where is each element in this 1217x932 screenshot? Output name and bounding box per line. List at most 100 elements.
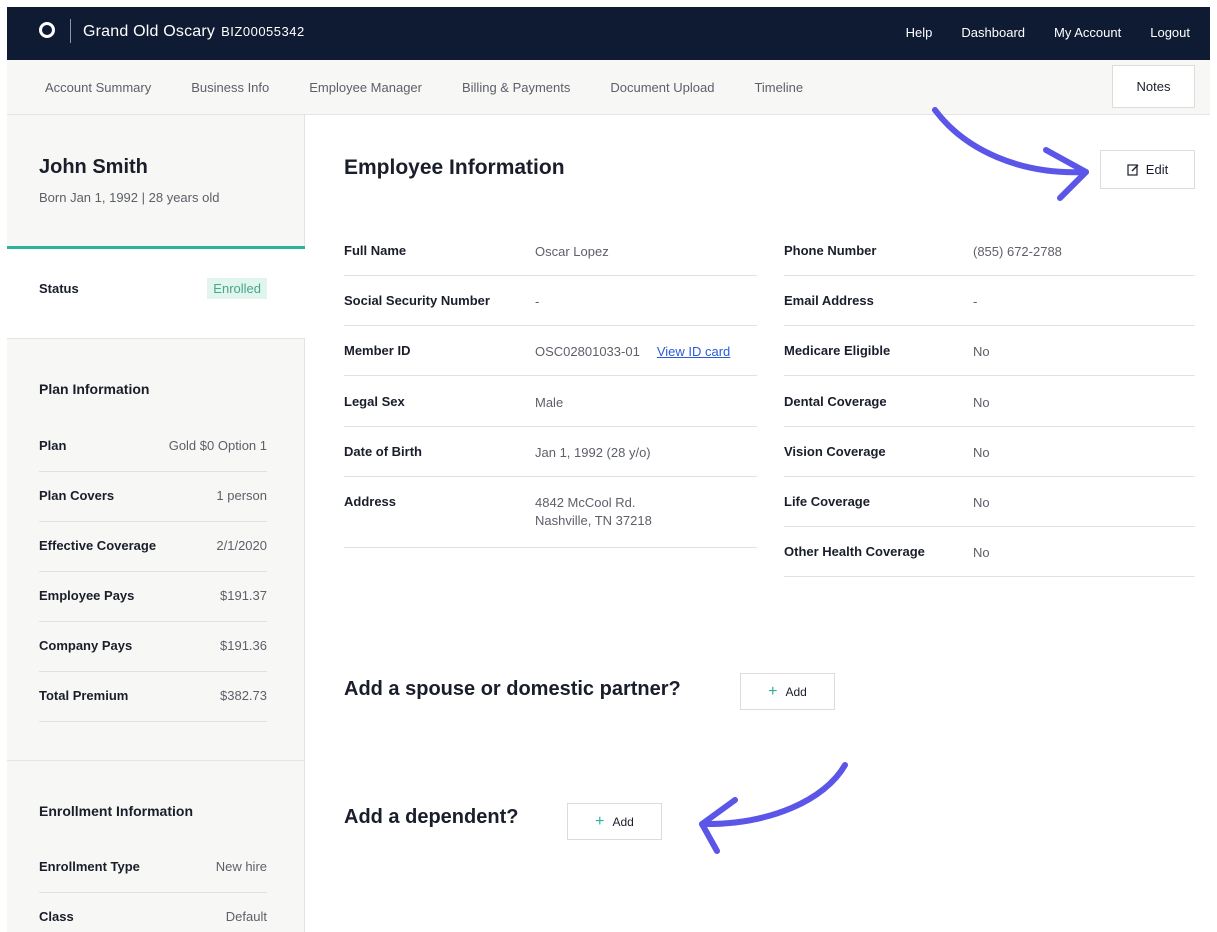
edit-icon xyxy=(1127,164,1139,176)
plan-row: Total Premium $382.73 xyxy=(39,671,267,722)
tab-billing-payments[interactable]: Billing & Payments xyxy=(462,80,570,95)
member-id: OSC02801033-01 xyxy=(535,344,640,359)
notes-button[interactable]: Notes xyxy=(1112,65,1195,108)
plan-row-value: 1 person xyxy=(216,488,267,503)
tab-document-upload[interactable]: Document Upload xyxy=(610,80,714,95)
arrow-to-edit-icon xyxy=(932,107,1089,201)
detail-value: 4842 McCool Rd. Nashville, TN 37218 xyxy=(535,494,652,530)
plan-information-heading: Plan Information xyxy=(39,381,150,397)
plan-row-label: Company Pays xyxy=(39,638,133,653)
detail-row: Medicare Eligible No xyxy=(784,325,1195,376)
detail-row: Phone Number (855) 672-2788 xyxy=(784,225,1195,276)
tab-timeline[interactable]: Timeline xyxy=(754,80,803,95)
edit-button[interactable]: Edit xyxy=(1100,150,1195,189)
plan-row-label: Employee Pays xyxy=(39,588,135,603)
plan-row: Effective Coverage 2/1/2020 xyxy=(39,521,267,572)
plan-row: Company Pays $191.36 xyxy=(39,621,267,672)
detail-value: OSC02801033-01 View ID card xyxy=(535,343,730,361)
enrollment-row: Class Default xyxy=(39,892,267,932)
detail-row: Vision Coverage No xyxy=(784,426,1195,477)
plan-row: Plan Covers 1 person xyxy=(39,471,267,522)
detail-row: Date of Birth Jan 1, 1992 (28 y/o) xyxy=(344,426,757,477)
add-button-label: Add xyxy=(785,684,807,699)
plan-row-label: Effective Coverage xyxy=(39,538,157,553)
plan-row-value: 2/1/2020 xyxy=(216,538,267,553)
plan-row-label: Plan xyxy=(39,438,67,453)
tab-account-summary[interactable]: Account Summary xyxy=(45,80,151,95)
add-spouse-question: Add a spouse or domestic partner? xyxy=(344,678,681,700)
detail-row: Address 4842 McCool Rd. Nashville, TN 37… xyxy=(344,476,757,548)
brand: Grand Old Oscary BIZ00055342 xyxy=(83,23,305,41)
company-name: Grand Old Oscary xyxy=(83,23,216,40)
detail-label: Email Address xyxy=(784,293,874,308)
section-tabs-bar: Account Summary Business Info Employee M… xyxy=(7,60,1210,115)
detail-row: Legal Sex Male xyxy=(344,376,757,427)
detail-row: Full Name Oscar Lopez xyxy=(344,225,757,276)
top-bar: Grand Old Oscary BIZ00055342 Help Dashboa… xyxy=(7,7,1210,60)
nav-my-account[interactable]: My Account xyxy=(1054,25,1121,40)
detail-label: Date of Birth xyxy=(344,444,422,459)
detail-row: Email Address - xyxy=(784,275,1195,326)
plan-row-value: Gold $0 Option 1 xyxy=(168,438,267,453)
enrollment-row: Enrollment Type New hire xyxy=(39,842,267,893)
detail-value: No xyxy=(973,495,990,510)
employee-birth-info: Born Jan 1, 1992 | 28 years old xyxy=(39,190,220,205)
add-spouse-button[interactable]: + Add xyxy=(740,673,835,710)
detail-label: Vision Coverage xyxy=(784,444,886,459)
detail-row: Member ID OSC02801033-01 View ID card xyxy=(344,325,757,376)
status-label: Status xyxy=(39,281,79,296)
detail-label: Social Security Number xyxy=(344,293,490,308)
plan-row-value: $191.37 xyxy=(220,588,267,603)
detail-label: Member ID xyxy=(344,343,411,358)
enrollment-row-value: Default xyxy=(225,909,267,924)
detail-value: - xyxy=(973,294,978,309)
address-line-2: Nashville, TN 37218 xyxy=(535,513,652,528)
detail-value: (855) 672-2788 xyxy=(973,244,1062,259)
detail-label: Full Name xyxy=(344,243,407,258)
status-section: Status Enrolled xyxy=(7,249,305,339)
plus-icon: + xyxy=(595,812,605,830)
enrollment-row-label: Enrollment Type xyxy=(39,859,140,874)
logo-divider xyxy=(70,19,71,43)
tab-employee-manager[interactable]: Employee Manager xyxy=(309,80,422,95)
detail-value: No xyxy=(973,445,990,460)
tab-business-info[interactable]: Business Info xyxy=(191,80,269,95)
plus-icon: + xyxy=(768,682,778,700)
detail-label: Legal Sex xyxy=(344,394,405,409)
enrollment-row-value: New hire xyxy=(215,859,267,874)
business-id: BIZ00055342 xyxy=(221,24,305,39)
employee-name: John Smith xyxy=(39,156,148,178)
detail-row: Dental Coverage No xyxy=(784,376,1195,427)
detail-value: Oscar Lopez xyxy=(535,244,609,259)
nav-dashboard[interactable]: Dashboard xyxy=(961,25,1025,40)
add-dependent-question: Add a dependent? xyxy=(344,806,519,828)
add-button-label: Add xyxy=(612,814,634,829)
arrow-to-add-dependent-icon xyxy=(699,762,848,854)
plan-row-label: Plan Covers xyxy=(39,488,115,503)
nav-logout[interactable]: Logout xyxy=(1150,25,1190,40)
enrollment-row-label: Class xyxy=(39,909,74,924)
detail-value: Male xyxy=(535,395,564,410)
detail-value: No xyxy=(973,545,990,560)
edit-button-label: Edit xyxy=(1145,162,1169,177)
plan-row: Plan Gold $0 Option 1 xyxy=(39,421,267,472)
page-title: Employee Information xyxy=(344,156,565,179)
nav-help[interactable]: Help xyxy=(906,25,933,40)
plan-row-value: $191.36 xyxy=(220,638,267,653)
detail-label: Life Coverage xyxy=(784,494,870,509)
plan-row: Employee Pays $191.37 xyxy=(39,571,267,622)
detail-label: Medicare Eligible xyxy=(784,343,891,358)
detail-label: Dental Coverage xyxy=(784,394,887,409)
detail-row: Social Security Number - xyxy=(344,275,757,326)
top-nav: Help Dashboard My Account Logout xyxy=(906,25,1190,40)
plan-row-value: $382.73 xyxy=(220,688,267,703)
detail-value: No xyxy=(973,395,990,410)
view-id-card-link[interactable]: View ID card xyxy=(657,344,730,359)
oscar-logo-icon[interactable] xyxy=(39,22,55,38)
detail-label: Other Health Coverage xyxy=(784,544,925,559)
detail-value: - xyxy=(535,294,540,309)
address-line-1: 4842 McCool Rd. xyxy=(535,495,636,510)
status-badge: Enrolled xyxy=(207,278,267,299)
plan-row-label: Total Premium xyxy=(39,688,129,703)
add-dependent-button[interactable]: + Add xyxy=(567,803,662,840)
